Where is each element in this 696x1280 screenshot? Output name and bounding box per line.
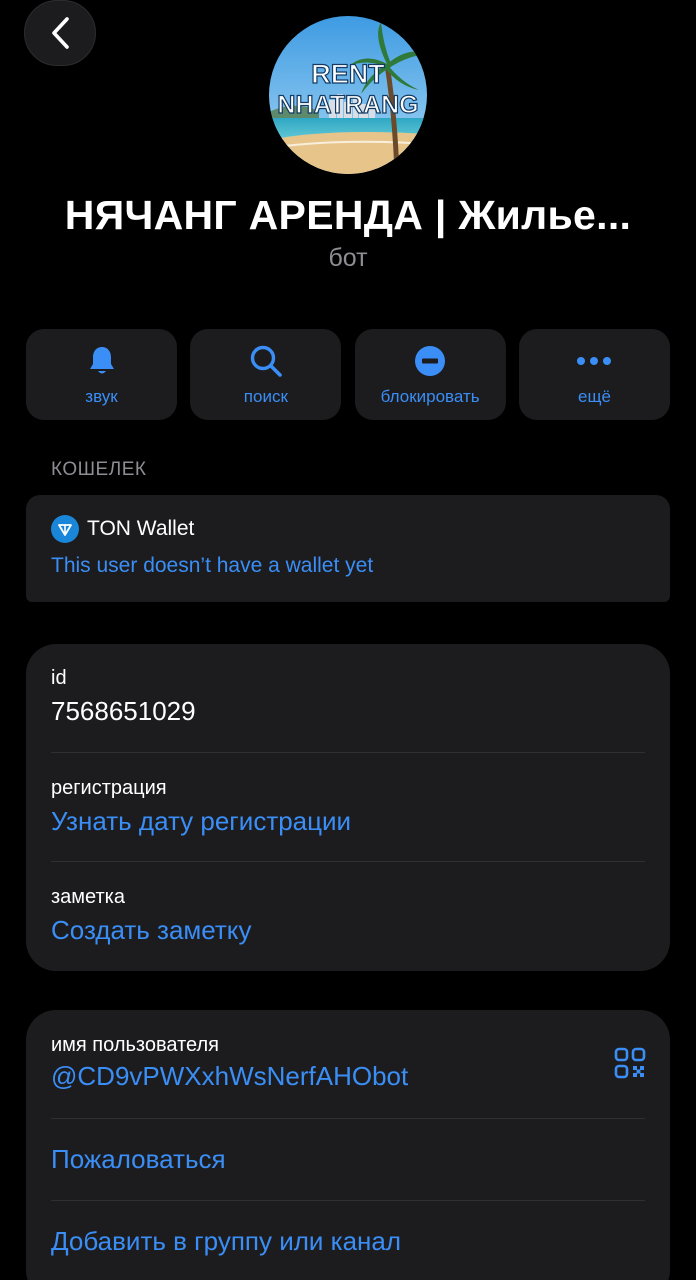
profile-page: RENT NHATRANG НЯЧАНГ АРЕНДА | Жилье... б… [0,0,696,1280]
avatar-text-line2: NHATRANG [277,91,418,119]
ton-icon [51,515,79,543]
divider [51,861,645,862]
avatar-text-line1: RENT [311,59,385,89]
more-icon [576,345,612,377]
wallet-card[interactable]: TON Wallet This user doesn’t have a wall… [26,495,670,602]
search-icon [249,345,283,377]
block-icon [414,345,446,377]
search-button-label: поиск [243,387,288,406]
note-label: заметка [51,886,125,908]
chevron-left-icon [52,17,69,49]
block-button-label: блокировать [380,387,480,406]
registration-label: регистрация [51,777,167,799]
id-row[interactable]: id 7568651029 [51,667,645,727]
divider [51,1118,645,1119]
wallet-header: TON Wallet [51,515,194,543]
divider [51,752,645,753]
username-card: имя пользователя @CD9vPWXxhWsNerfAHObot … [26,1010,670,1280]
username-row[interactable]: имя пользователя @CD9vPWXxhWsNerfAHObot [51,1034,580,1092]
back-button[interactable] [24,0,96,66]
profile-title: НЯЧАНГ АРЕНДА | Жилье... [64,192,632,238]
more-button[interactable]: ещё [518,329,670,420]
block-button[interactable]: блокировать [354,329,506,420]
action-bar: звук поиск блокировать ещё [26,329,670,420]
id-label: id [51,667,67,689]
report-link[interactable]: Пожаловаться [51,1144,226,1175]
profile-subtitle: бот [328,244,368,272]
note-row[interactable]: заметка Создать заметку [51,886,645,946]
search-button[interactable]: поиск [190,329,342,420]
username-label: имя пользователя [51,1034,219,1056]
wallet-section-label: КОШЕЛЕК [51,459,147,480]
bell-icon [87,345,117,377]
sound-button[interactable]: звук [26,329,177,420]
qr-code-icon[interactable] [614,1047,646,1084]
sound-button-label: звук [85,387,118,406]
wallet-name: TON Wallet [87,517,195,540]
username-value[interactable]: @CD9vPWXxhWsNerfAHObot [51,1061,580,1092]
registration-row[interactable]: регистрация Узнать дату регистрации [51,777,645,837]
note-link[interactable]: Создать заметку [51,915,645,946]
more-button-label: ещё [578,387,611,406]
avatar[interactable]: RENT NHATRANG [269,16,427,174]
info-card: id 7568651029 регистрация Узнать дату ре… [26,644,670,971]
wallet-status[interactable]: This user doesn’t have a wallet yet [51,554,373,578]
divider [51,1200,645,1201]
registration-link[interactable]: Узнать дату регистрации [51,806,645,837]
id-value: 7568651029 [51,696,196,726]
add-to-group-link[interactable]: Добавить в группу или канал [51,1226,401,1257]
